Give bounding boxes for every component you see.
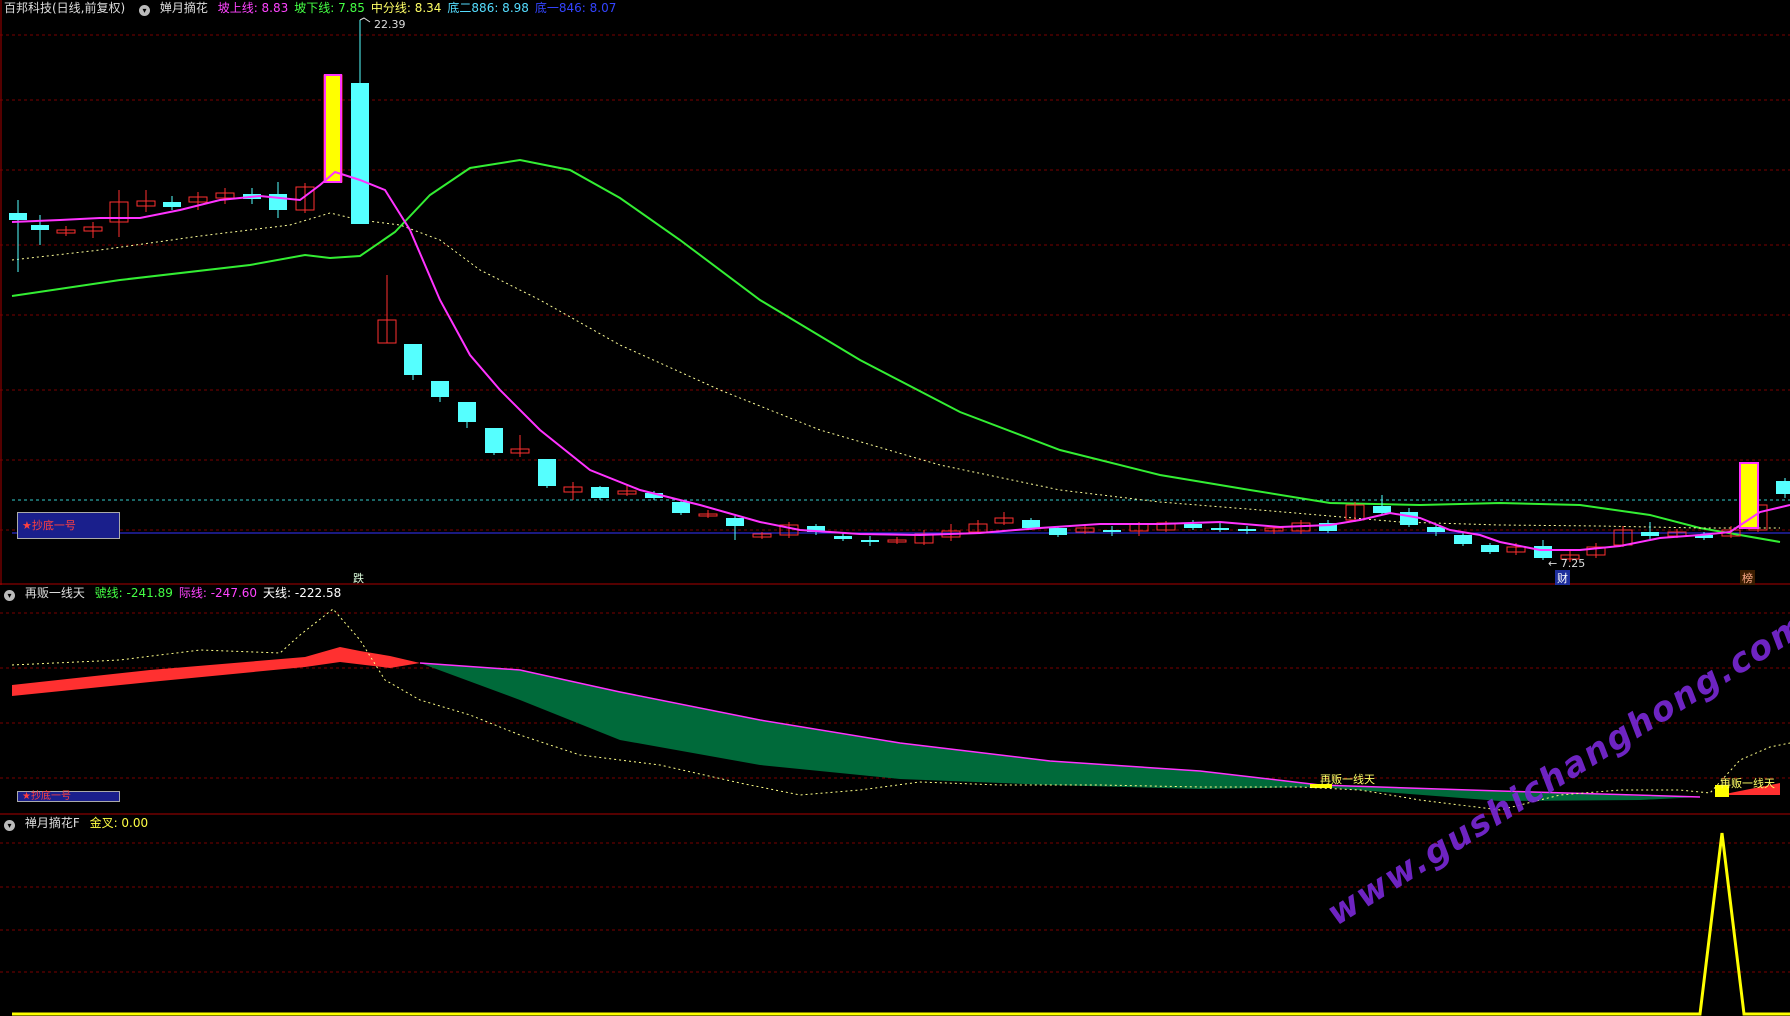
candle-body <box>672 502 690 513</box>
main-header-item-4: 底一846: 8.07 <box>534 1 617 15</box>
collapse-icon[interactable]: ▾ <box>4 820 15 831</box>
low-price-label: ← 7.25 <box>1548 557 1585 570</box>
indicator-name[interactable]: 婵月摘花 <box>160 1 208 15</box>
stamp-badge-main: ★抄底一号 <box>17 512 120 539</box>
candle-body <box>1776 481 1790 494</box>
candle-highlight <box>324 74 342 183</box>
candle-body <box>1481 545 1499 552</box>
candle-body <box>351 83 369 224</box>
candle-body <box>1211 528 1229 530</box>
panel3-header-item-0: 金叉: 0.00 <box>89 816 149 830</box>
candle-body <box>1022 520 1040 528</box>
panel3-bg <box>0 815 1790 1016</box>
list-marker: 榜 <box>1740 570 1755 586</box>
candle-body <box>726 518 744 526</box>
panel2-indicator-name[interactable]: 再贩一线天 <box>25 586 85 600</box>
main-header-item-0: 坡上线: 8.83 <box>217 1 289 15</box>
candle-body <box>591 487 609 498</box>
panel3-chart[interactable] <box>0 815 1790 1016</box>
panel3-header: ▾ 禅月摘花F 金叉: 0.00 <box>0 815 160 831</box>
main-header-item-2: 中分线: 8.34 <box>370 1 442 15</box>
high-price-label: 22.39 <box>374 18 406 31</box>
panel2-label-1: 再贩一线天 <box>1320 773 1375 786</box>
panel3-indicator-name[interactable]: 禅月摘花F <box>25 816 80 830</box>
candle-body <box>1184 524 1202 528</box>
candle-body <box>485 428 503 453</box>
collapse-icon[interactable]: ▾ <box>4 590 15 601</box>
panel2-header: ▾ 再贩一线天 號线: -241.89 际线: -247.60 天线: -222.5… <box>0 585 353 601</box>
candle-body <box>31 225 49 230</box>
main-header-item-3: 底二886: 8.98 <box>447 1 529 15</box>
candle-body <box>1400 512 1418 525</box>
candle-body <box>1238 529 1256 531</box>
panel2-header-item-2: 天线: -222.58 <box>263 586 342 600</box>
candle-body <box>1049 528 1067 535</box>
candle-body <box>1103 530 1121 532</box>
panel2-header-item-0: 號线: -241.89 <box>94 586 173 600</box>
candle-body <box>431 381 449 397</box>
stock-title: 百邦科技(日线,前复权) <box>4 1 126 15</box>
candle-body <box>834 536 852 539</box>
candle-body <box>163 202 181 207</box>
candle-body <box>458 402 476 422</box>
candle-body <box>1373 506 1391 513</box>
panel2-header-item-1: 际线: -247.60 <box>178 586 258 600</box>
panel2-label-2: 再贩一线天 <box>1720 777 1775 790</box>
fall-marker: 跌 <box>353 572 364 585</box>
candle-body <box>538 459 556 486</box>
candle-body <box>9 213 27 220</box>
main-bg <box>0 0 1790 585</box>
main-header: 百邦科技(日线,前复权) ▾ 婵月摘花 坡上线: 8.83 坡下线: 7.85 中分… <box>0 0 628 16</box>
candle-body <box>861 540 879 542</box>
main-header-item-1: 坡下线: 7.85 <box>294 1 365 15</box>
candle-body <box>404 344 422 375</box>
candle-body <box>1641 532 1659 536</box>
finance-marker: 财 <box>1555 570 1570 586</box>
main-chart[interactable]: 22.39 ← 7.25 <box>0 0 1790 585</box>
candle-body <box>1454 535 1472 544</box>
stamp-badge-panel2: ★抄底一号 <box>17 791 120 802</box>
collapse-icon[interactable]: ▾ <box>139 5 151 16</box>
